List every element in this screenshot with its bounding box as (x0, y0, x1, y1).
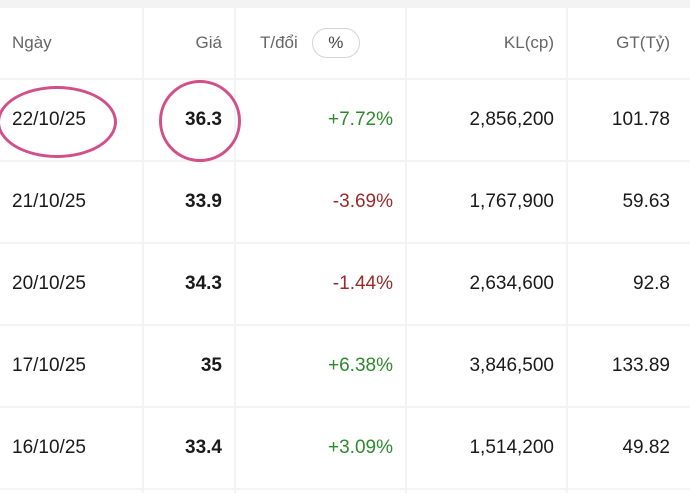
header-volume[interactable]: KL(cp) (407, 8, 566, 78)
cell-value: 133.89 (568, 326, 690, 406)
cell-value: 92.8 (568, 244, 690, 324)
cell-value: 59.63 (568, 162, 690, 242)
table-header-row: Ngày Giá T/đổi % KL(cp) GT(Tỷ) (0, 8, 690, 78)
cell-value: 101.78 (568, 80, 690, 160)
cell-price: 34.3 (144, 244, 234, 324)
cell-volume: 1,514,200 (407, 408, 566, 488)
table-row: 22/10/25 36.3 +7.72% 2,856,200 101.78 (0, 80, 690, 160)
header-change-label: T/đổi (260, 33, 298, 52)
percent-toggle-button[interactable]: % (311, 28, 360, 58)
cell-date: 20/10/25 (0, 244, 142, 324)
cell-volume: 2,856,200 (407, 80, 566, 160)
table-row: 16/10/25 33.4 +3.09% 1,514,200 49.82 (0, 408, 690, 488)
table-row: 21/10/25 33.9 -3.69% 1,767,900 59.63 (0, 162, 690, 242)
cell-volume: 1,767,900 (407, 162, 566, 242)
header-value[interactable]: GT(Tỷ) (568, 8, 690, 78)
cell-volume: 3,846,500 (407, 326, 566, 406)
cell-date: 16/10/25 (0, 408, 142, 488)
cell-price: 35 (144, 326, 234, 406)
cell-price: 33.4 (144, 408, 234, 488)
cell-change: -1.44% (236, 244, 405, 324)
cell-change: +6.38% (236, 326, 405, 406)
price-history-table: Ngày Giá T/đổi % KL(cp) GT(Tỷ) 22/10/25 … (0, 0, 690, 493)
cell-change: +7.72% (236, 80, 405, 160)
cell-date: 17/10/25 (0, 326, 142, 406)
table-row: 17/10/25 35 +6.38% 3,846,500 133.89 (0, 326, 690, 406)
cell-change: -3.69% (236, 162, 405, 242)
header-change[interactable]: T/đổi % (236, 8, 405, 78)
cell-date: 21/10/25 (0, 162, 142, 242)
header-date[interactable]: Ngày (0, 8, 142, 78)
cell-date: 22/10/25 (0, 80, 142, 160)
cell-change: +3.09% (236, 408, 405, 488)
cell-value: 49.82 (568, 408, 690, 488)
header-price[interactable]: Giá (144, 8, 234, 78)
cell-volume: 2,634,600 (407, 244, 566, 324)
table-row: 20/10/25 34.3 -1.44% 2,634,600 92.8 (0, 244, 690, 324)
cell-price: 33.9 (144, 162, 234, 242)
cell-price: 36.3 (144, 80, 234, 160)
